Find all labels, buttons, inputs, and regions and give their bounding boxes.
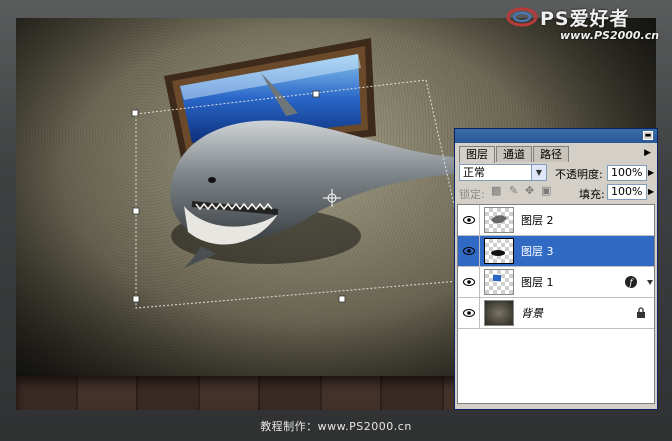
fill-label: 填充: <box>579 188 605 201</box>
panel-titlebar[interactable] <box>455 129 657 143</box>
eye-icon[interactable] <box>458 266 480 298</box>
opacity-arrow-icon[interactable]: ▶ <box>648 165 658 181</box>
eye-icon[interactable] <box>458 235 480 267</box>
chevron-down-icon[interactable]: ▼ <box>531 165 546 180</box>
opacity-label: 不透明度: <box>555 168 603 181</box>
transparency-lock-icon[interactable]: ▩ <box>491 185 503 197</box>
layers-panel: ▬ 图层 通道 路径 ▶ 正常 ▼ 不透明度: 100% ▶ 锁定: ▩ ✎ ✥… <box>454 128 658 410</box>
expand-arrow-icon[interactable] <box>645 267 654 298</box>
fill-arrow-icon[interactable]: ▶ <box>648 184 658 200</box>
layer-thumbnail <box>484 207 514 233</box>
move-lock-icon[interactable]: ✥ <box>525 185 537 197</box>
tab-channels[interactable]: 通道 <box>496 146 532 162</box>
lock-icon <box>637 307 645 318</box>
layer-thumbnail <box>484 238 514 264</box>
layer-thumbnail <box>484 300 514 326</box>
site-watermark: PS爱好者 www.PS2000.cn <box>506 4 670 44</box>
layer-row[interactable]: 图层 2 <box>458 204 654 236</box>
lock-label: 锁定: <box>459 188 485 201</box>
layer-name[interactable]: 图层 3 <box>521 243 554 259</box>
watermark-logo-icon <box>506 7 538 27</box>
eye-icon[interactable] <box>458 204 480 236</box>
layer-row[interactable]: 图层 3 <box>458 235 654 267</box>
watermark-title: PS爱好者 <box>540 8 630 30</box>
fill-input[interactable]: 100% <box>607 184 647 200</box>
opacity-input[interactable]: 100% <box>607 165 647 181</box>
fx-icon[interactable]: f <box>624 275 638 289</box>
layer-row[interactable]: 背景 <box>458 297 654 329</box>
brush-lock-icon[interactable]: ✎ <box>509 185 521 197</box>
layer-name[interactable]: 图层 2 <box>521 212 554 228</box>
layer-thumbnail <box>484 269 514 295</box>
panel-menu-arrow-icon[interactable]: ▶ <box>644 148 651 158</box>
blend-mode-value: 正常 <box>463 166 485 179</box>
tab-layers[interactable]: 图层 <box>459 146 495 163</box>
footer-caption: 教程制作：www.PS2000.cn <box>0 410 672 441</box>
eye-icon[interactable] <box>458 297 480 329</box>
layer-name[interactable]: 背景 <box>521 305 543 321</box>
lock-icon[interactable]: ▣ <box>541 185 553 197</box>
blend-mode-select[interactable]: 正常 ▼ <box>459 164 547 181</box>
minimize-button[interactable]: ▬ <box>643 131 653 140</box>
layer-name[interactable]: 图层 1 <box>521 274 554 290</box>
watermark-url: www.PS2000.cn <box>560 29 660 42</box>
footer-text: 教程制作：www.PS2000.cn <box>260 419 412 433</box>
layers-list: 图层 2 图层 3 图层 1 f 背景 <box>457 204 655 404</box>
panel-tabs: 图层 通道 路径 <box>459 146 570 163</box>
layer-row[interactable]: 图层 1 f <box>458 266 654 298</box>
tab-paths[interactable]: 路径 <box>533 146 569 162</box>
